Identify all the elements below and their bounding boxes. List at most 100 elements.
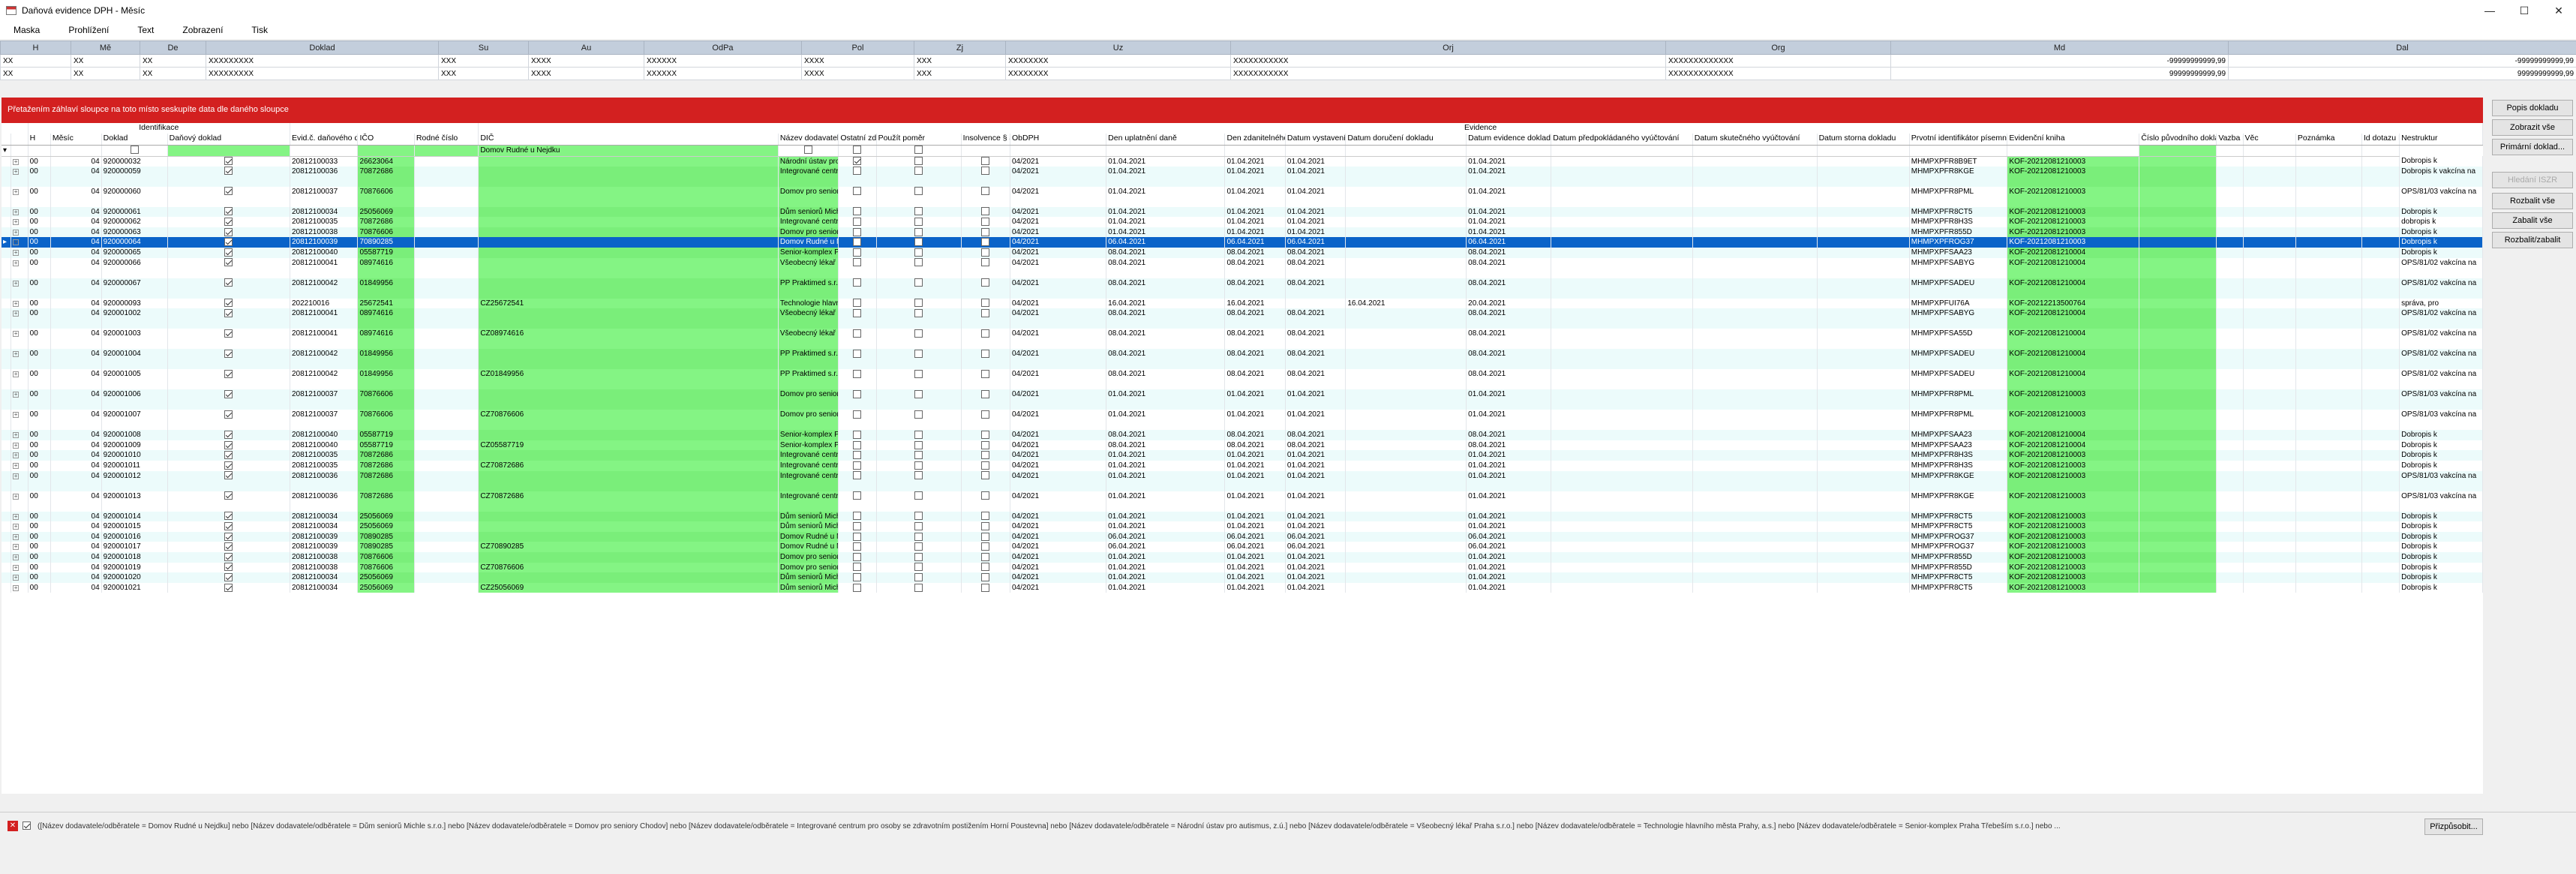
ostatni-checkbox[interactable] bbox=[853, 491, 862, 500]
column-header[interactable]: Den zdanitelného plnění bbox=[1224, 134, 1286, 146]
expand-plus-icon[interactable]: + bbox=[13, 533, 20, 540]
ostatni-checkbox[interactable] bbox=[853, 572, 862, 581]
row-expand-toggle[interactable]: + bbox=[11, 511, 29, 522]
autofilter-cell[interactable] bbox=[290, 145, 359, 157]
insolvence-checkbox[interactable] bbox=[981, 563, 990, 572]
expand-plus-icon[interactable]: + bbox=[13, 452, 20, 459]
column-header[interactable]: Nestruktur bbox=[2399, 134, 2483, 146]
danovy-doklad-checkbox[interactable] bbox=[224, 532, 233, 541]
insolvence-checkbox[interactable] bbox=[981, 309, 990, 318]
filter-expression[interactable]: ([Název dodavatele/odběratele = Domov Ru… bbox=[38, 822, 2415, 830]
filter-column-header[interactable]: H bbox=[0, 41, 71, 55]
insolvence-checkbox[interactable] bbox=[981, 258, 990, 267]
table-row[interactable]: +00 04 920001020 20812100034 25056069 Dům sen… bbox=[2, 572, 2483, 583]
ostatni-checkbox[interactable] bbox=[853, 431, 862, 440]
expand-plus-icon[interactable]: + bbox=[13, 513, 20, 520]
danovy-doklad-checkbox[interactable] bbox=[224, 299, 233, 308]
pomer-checkbox[interactable] bbox=[914, 227, 923, 236]
column-header[interactable]: Evid.č. daňového dokladu bbox=[290, 134, 359, 146]
expand-plus-icon[interactable]: + bbox=[13, 168, 20, 175]
ostatni-checkbox[interactable] bbox=[853, 187, 862, 196]
ostatni-checkbox[interactable] bbox=[853, 238, 862, 247]
danovy-doklad-checkbox[interactable] bbox=[224, 370, 233, 379]
table-row[interactable]: +00 04 920001010 20812100035 70872686 Integro… bbox=[2, 450, 2483, 461]
danovy-doklad-checkbox[interactable] bbox=[224, 451, 233, 460]
expand-plus-icon[interactable]: + bbox=[13, 311, 20, 317]
pomer-checkbox[interactable] bbox=[914, 552, 923, 561]
column-header[interactable]: IČO bbox=[357, 134, 415, 146]
insolvence-checkbox[interactable] bbox=[981, 157, 990, 166]
danovy-doklad-checkbox[interactable] bbox=[224, 309, 233, 318]
ostatni-checkbox[interactable] bbox=[853, 542, 862, 551]
filter-cell[interactable]: XXXX bbox=[528, 54, 644, 68]
table-row[interactable]: +00 04 920001012 20812100036 70872686 Integro… bbox=[2, 470, 2483, 491]
ostatni-checkbox[interactable] bbox=[853, 532, 862, 541]
table-row[interactable]: +00 04 920001007 20812100037 70876606 CZ70876… bbox=[2, 410, 2483, 431]
pomer-checkbox[interactable] bbox=[914, 238, 923, 247]
filter-column-header[interactable]: Zj bbox=[914, 41, 1006, 55]
filter-cell[interactable]: -99999999999,99 bbox=[2228, 54, 2576, 68]
insolvence-checkbox[interactable] bbox=[981, 542, 990, 551]
ostatni-checkbox[interactable] bbox=[853, 512, 862, 521]
ostatni-checkbox[interactable] bbox=[853, 157, 862, 166]
filter-column-header[interactable]: De bbox=[140, 41, 206, 55]
table-row[interactable]: +00 04 920000059 20812100036 70872686 Integro… bbox=[2, 166, 2483, 187]
row-expand-toggle[interactable]: + bbox=[11, 247, 29, 258]
row-expand-toggle[interactable]: + bbox=[11, 521, 29, 532]
ostatni-checkbox[interactable] bbox=[853, 329, 862, 338]
table-row[interactable]: +00 04 920001002 20812100041 08974616 Všeobec… bbox=[2, 308, 2483, 329]
column-header[interactable]: Daňový doklad bbox=[167, 134, 290, 146]
expand-plus-icon[interactable]: + bbox=[13, 280, 20, 287]
autofilter-cell[interactable] bbox=[167, 145, 290, 157]
filter-cell[interactable]: XXXXXXXXX bbox=[206, 67, 439, 80]
insolvence-checkbox[interactable] bbox=[981, 278, 990, 287]
expand-plus-icon[interactable]: + bbox=[13, 188, 20, 195]
side-button[interactable]: Primární doklad... bbox=[2492, 139, 2573, 155]
expand-plus-icon[interactable]: + bbox=[13, 209, 20, 215]
pomer-checkbox[interactable] bbox=[914, 329, 923, 338]
expand-plus-icon[interactable]: + bbox=[13, 584, 20, 591]
expand-plus-icon[interactable]: + bbox=[13, 432, 20, 439]
table-row[interactable]: +00 04 920001006 20812100037 70876606 Domov p… bbox=[2, 389, 2483, 410]
insolvence-checkbox[interactable] bbox=[981, 521, 990, 530]
pomer-checkbox[interactable] bbox=[914, 532, 923, 541]
row-expand-toggle[interactable]: + bbox=[11, 531, 29, 542]
table-row[interactable]: +00 04 920001018 20812100038 70876606 Domov p… bbox=[2, 551, 2483, 563]
danovy-doklad-checkbox[interactable] bbox=[224, 471, 233, 480]
ostatni-checkbox[interactable] bbox=[853, 521, 862, 530]
filter-column-header[interactable]: Uz bbox=[1005, 41, 1231, 55]
danovy-doklad-checkbox[interactable] bbox=[224, 542, 233, 551]
pomer-checkbox[interactable] bbox=[914, 461, 923, 470]
ostatni-checkbox[interactable] bbox=[853, 451, 862, 460]
pomer-checkbox[interactable] bbox=[914, 167, 923, 176]
customize-filter-button[interactable]: Přizpůsobit... bbox=[2424, 818, 2483, 835]
expand-plus-icon[interactable]: + bbox=[13, 575, 20, 581]
row-expand-toggle[interactable]: + bbox=[11, 491, 29, 512]
expand-plus-icon[interactable]: + bbox=[13, 524, 20, 530]
ostatni-checkbox[interactable] bbox=[853, 440, 862, 449]
expand-plus-icon[interactable]: + bbox=[13, 554, 20, 560]
autofilter-cell[interactable] bbox=[1551, 145, 1693, 157]
filter-cell[interactable]: XXXXXXXXX bbox=[206, 54, 439, 68]
autofilter-cell[interactable] bbox=[1909, 145, 2008, 157]
pomer-checkbox[interactable] bbox=[914, 299, 923, 308]
danovy-doklad-checkbox[interactable] bbox=[224, 552, 233, 561]
filter-enabled-checkbox[interactable] bbox=[23, 821, 31, 830]
danovy-doklad-checkbox[interactable] bbox=[224, 521, 233, 530]
ostatni-checkbox[interactable] bbox=[853, 207, 862, 216]
ostatni-checkbox[interactable] bbox=[853, 218, 862, 227]
insolvence-checkbox[interactable] bbox=[981, 370, 990, 379]
maximize-button[interactable]: ☐ bbox=[2507, 0, 2541, 21]
autofilter-cell[interactable] bbox=[2295, 145, 2362, 157]
danovy-doklad-checkbox[interactable] bbox=[224, 512, 233, 521]
filter-checkbox[interactable] bbox=[853, 146, 862, 155]
column-header[interactable]: Datum předpokládaného vyúčtování bbox=[1551, 134, 1693, 146]
ostatni-checkbox[interactable] bbox=[853, 299, 862, 308]
insolvence-checkbox[interactable] bbox=[981, 471, 990, 480]
row-expand-toggle[interactable]: + bbox=[11, 551, 29, 563]
table-row[interactable]: +00 04 920000065 20812100040 05587719 Senior-… bbox=[2, 247, 2483, 258]
danovy-doklad-checkbox[interactable] bbox=[224, 157, 233, 166]
pomer-checkbox[interactable] bbox=[914, 440, 923, 449]
table-row[interactable]: +00 04 920001021 20812100034 25056069 CZ25056… bbox=[2, 582, 2483, 593]
insolvence-checkbox[interactable] bbox=[981, 532, 990, 541]
